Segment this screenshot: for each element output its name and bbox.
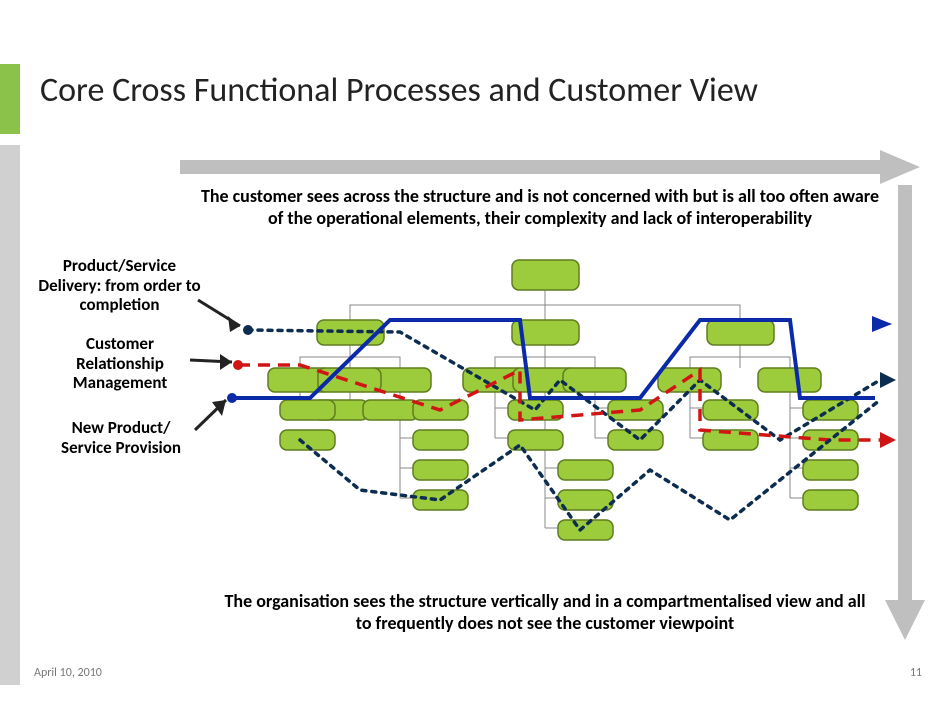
vertical-arrow-icon	[885, 185, 925, 640]
horizontal-arrow-icon	[180, 150, 920, 184]
diagram-canvas	[0, 0, 942, 728]
leader-arrows	[190, 300, 240, 430]
